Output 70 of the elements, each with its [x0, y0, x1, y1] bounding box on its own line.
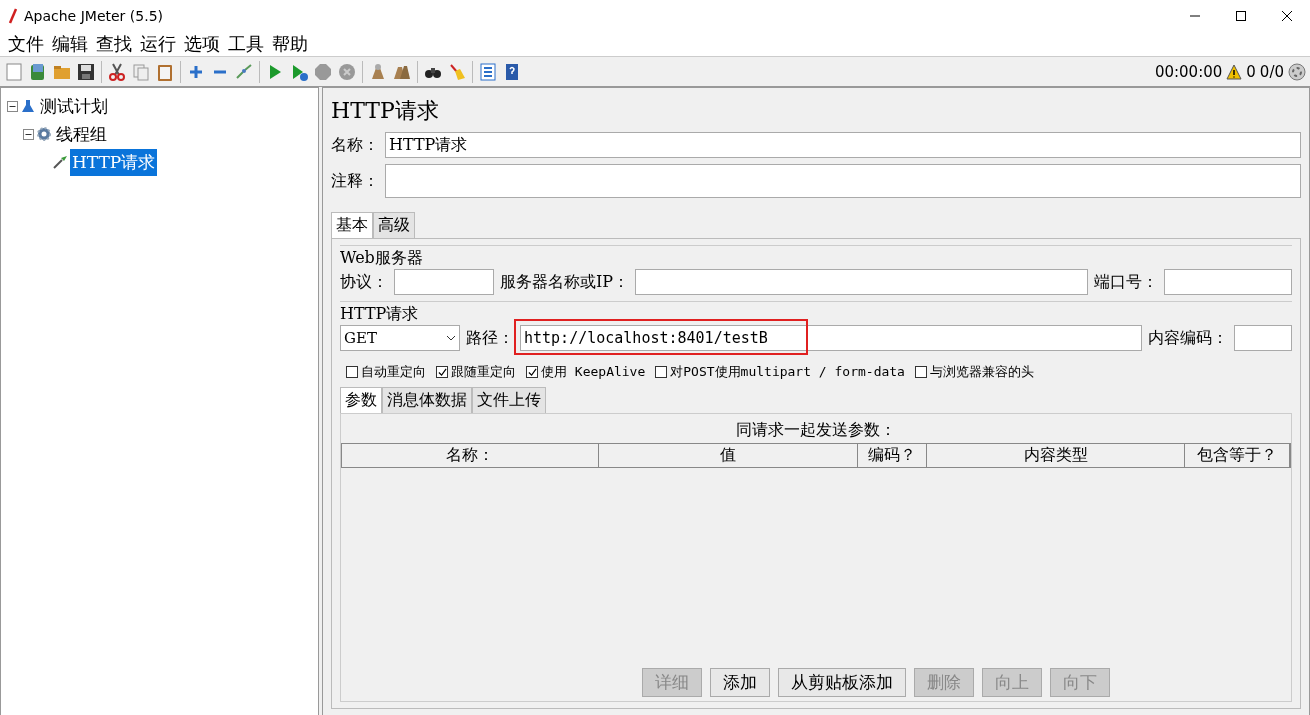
table-caption: 同请求一起发送参数：: [735, 419, 897, 441]
tree-item[interactable]: HTTP请求: [70, 148, 158, 176]
column-header[interactable]: 包含等于？: [1185, 444, 1290, 467]
collapse-icon[interactable]: [23, 128, 34, 140]
menu-item[interactable]: 查找: [92, 32, 136, 56]
tree-item[interactable]: 测试计划: [38, 92, 110, 120]
tab[interactable]: 消息体数据: [382, 387, 472, 413]
column-header[interactable]: 名称：: [342, 444, 599, 467]
name-label: 名称：: [331, 134, 379, 156]
checkbox[interactable]: [436, 366, 448, 378]
warning-count: 0: [1246, 62, 1256, 81]
tree-item[interactable]: 线程组: [54, 120, 109, 148]
checkbox-label[interactable]: 跟随重定向: [451, 363, 516, 381]
stop-icon[interactable]: [313, 61, 333, 82]
checkbox-label[interactable]: 自动重定向: [361, 363, 426, 381]
close-icon[interactable]: [1282, 11, 1292, 21]
path-label: 路径：: [466, 327, 514, 349]
column-header[interactable]: 内容类型: [927, 444, 1185, 467]
collapse-icon[interactable]: [7, 100, 18, 112]
column-header[interactable]: 编码？: [858, 444, 927, 467]
server-label: 服务器名称或IP：: [500, 271, 630, 293]
window-title: Apache JMeter (5.5): [24, 8, 164, 24]
panel-title: HTTP请求: [331, 97, 440, 125]
maximize-icon[interactable]: [1236, 11, 1246, 21]
server-field[interactable]: [635, 269, 1088, 295]
group-title: HTTP请求: [340, 304, 420, 325]
pipette-icon: [52, 154, 68, 170]
checkbox-label[interactable]: 与浏览器兼容的头: [929, 363, 1034, 381]
table-button[interactable]: 从剪贴板添加: [778, 668, 906, 697]
menu-item[interactable]: 帮助: [268, 32, 312, 56]
column-header[interactable]: 值: [599, 444, 858, 467]
protocol-label: 协议：: [340, 271, 388, 293]
checkbox[interactable]: [914, 366, 927, 378]
remote-status-icon: [1288, 62, 1306, 81]
shutdown-icon[interactable]: [337, 61, 357, 82]
list-icon[interactable]: [478, 61, 498, 82]
tab[interactable]: 参数: [340, 387, 382, 413]
protocol-field[interactable]: [394, 269, 494, 295]
caret-icon: [446, 335, 456, 341]
scissors-icon[interactable]: [107, 61, 127, 82]
comments-label: 注释：: [331, 170, 379, 192]
checkbox[interactable]: [346, 366, 358, 378]
comments-field[interactable]: [385, 164, 1301, 198]
thread-count: 0/0: [1259, 62, 1284, 81]
path-field[interactable]: http://localhost:8401/testB: [520, 325, 1142, 351]
menu-item[interactable]: 运行: [136, 32, 180, 56]
menu-item[interactable]: 工具: [224, 32, 268, 56]
group-title: Web服务器: [340, 248, 424, 269]
table-button[interactable]: 添加: [710, 668, 770, 697]
tab[interactable]: 基本: [331, 212, 373, 238]
tab[interactable]: 高级: [373, 212, 415, 238]
checkbox[interactable]: [655, 366, 668, 378]
name-field[interactable]: HTTP请求: [385, 132, 1301, 158]
save-icon[interactable]: [76, 61, 96, 82]
checkbox-label[interactable]: 对POST使用multipart / form-data: [670, 363, 905, 381]
menu-item[interactable]: 文件: [4, 32, 48, 56]
gear-icon: [36, 126, 52, 142]
port-label: 端口号：: [1094, 271, 1158, 293]
checkbox-label[interactable]: 使用 KeepAlive: [541, 363, 646, 381]
method-dropdown[interactable]: GET: [340, 325, 460, 351]
elapsed-time: 00:00:00: [1154, 62, 1223, 81]
encoding-label: 内容编码：: [1148, 327, 1228, 349]
menu-item[interactable]: 编辑: [48, 32, 92, 56]
flask-icon: [20, 98, 36, 114]
menu-item[interactable]: 选项: [180, 32, 224, 56]
port-field[interactable]: [1164, 269, 1292, 295]
checkbox[interactable]: [526, 366, 538, 378]
tab[interactable]: 文件上传: [472, 387, 546, 413]
warning-icon[interactable]: [1226, 63, 1243, 80]
encoding-field[interactable]: [1234, 325, 1292, 351]
